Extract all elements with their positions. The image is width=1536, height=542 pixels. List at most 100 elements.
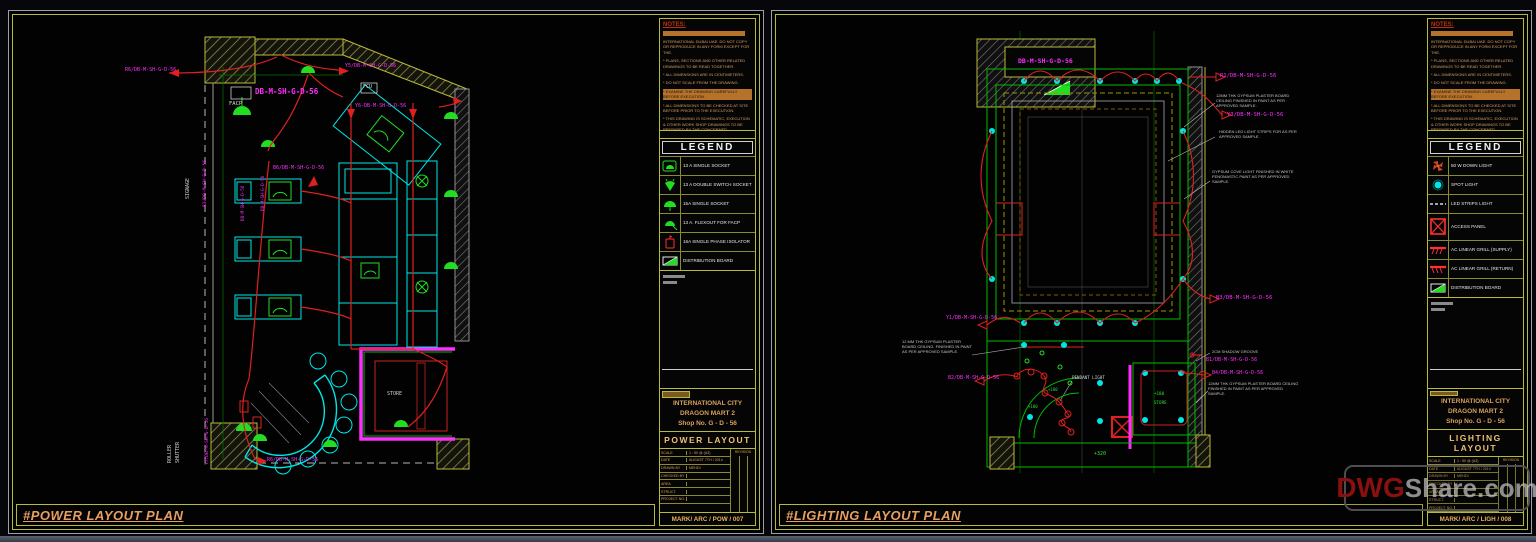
signage-label: SIGNAGE (185, 177, 191, 199)
notes-title: NOTES: (1431, 22, 1454, 28)
legend-label: SPOT LIGHT (1451, 182, 1479, 188)
plan-title-strip: #POWER LAYOUT PLAN (16, 504, 655, 526)
revision-column: REVISION (730, 449, 755, 512)
note-line: * THIS DRAWING IS SCHEMATIC, EXECUTION &… (1431, 116, 1518, 131)
field-value: AUGUST 7TH / 2014 (689, 458, 723, 463)
isolator-16a-icon (660, 233, 681, 251)
notes-highlight-bar (1431, 31, 1513, 36)
note-line: * ALL DIMENSIONS ARE IN CENTIMETERS. (663, 71, 744, 77)
column-bottom-left (989, 436, 1015, 470)
legend-label: LED STRIPS LIGHT (1451, 201, 1493, 207)
ac-grill-supply-icon (1428, 241, 1449, 259)
revision-stub (1431, 308, 1445, 311)
note-line: INTERNATIONAL DUBAI UAE. DO NOT COPY OR … (663, 39, 750, 55)
circuit-label-r6-top: R6/DB-M-SH-G-D-56 (125, 67, 177, 73)
level-label-180: +180 (1028, 404, 1038, 409)
socket-15a-single-icon (660, 195, 681, 213)
column-top-left (204, 36, 256, 84)
revision-header: REVISION (734, 450, 752, 455)
spot-light-icon (1428, 176, 1449, 194)
legend-section: LEGEND 50 W DOWN LIGHT SPOT LIGHT LED ST… (1428, 139, 1523, 298)
note-line: * DO NOT SCALE FROM THE DRAWING. (663, 80, 739, 86)
level-label-320: +320 (1094, 451, 1107, 457)
legend-row: AC LINEAR GRILL (SUPPLY) (1428, 240, 1523, 259)
field-label: DATE (660, 458, 687, 463)
annotation-gypsum-b4: 12MM THK GYPSUM PLASTER BOARD CEILING FI… (1208, 381, 1299, 397)
field-value: MEHDI (689, 466, 701, 471)
project-line: Shop No. G - D - 56 (678, 420, 737, 428)
circuit-label-riser-b: DB-M-SH-G-D-56 (260, 175, 265, 211)
legend-row: 50 W DOWN LIGHT (1428, 156, 1523, 175)
legend-label: AC LINEAR GRILL (SUPPLY) (1451, 247, 1512, 253)
down-light-icon (1428, 157, 1449, 175)
revision-area (1428, 298, 1523, 389)
revision-area (660, 271, 755, 389)
facp-label: FACP (229, 101, 243, 107)
ac-grill-return-icon (1428, 260, 1449, 278)
revision-line (1430, 369, 1521, 370)
wall-diagonal (342, 38, 468, 104)
legend-label: 13 A. FLEXOUT FOR FACP (683, 220, 741, 226)
note-line: * DO NOT SCALE FROM THE DRAWING. (1431, 80, 1507, 86)
cove-rect-5 (1027, 116, 1149, 288)
socket-13a-single-icon (660, 157, 681, 175)
power-plan-drawing (168, 36, 470, 475)
column-bottom-right (436, 438, 470, 470)
socket-13a-double-switch-icon (660, 176, 681, 194)
plan-title: #POWER LAYOUT PLAN (23, 507, 184, 523)
notes-title: NOTES: (663, 22, 686, 28)
cove-rect-1 (995, 84, 1181, 320)
desk-hatch (250, 382, 310, 444)
wall-right (454, 88, 470, 342)
lighting-layout-sheet: DB-M-SH-G-D-56 R1/DB-M-SH-G-D-56 12MM TH… (771, 10, 1532, 534)
annotation-gypsum-right: 12MM THK GYPSUM PLASTER BOARD CEILING FI… (1216, 93, 1290, 109)
legend-label: 50 W DOWN LIGHT (1451, 163, 1493, 169)
led-strip-icon (1428, 195, 1449, 213)
legend-row: AC LINEAR GRILL (RETURN) (1428, 259, 1523, 278)
legend-row: 13 A. FLEXOUT FOR FACP (660, 213, 755, 232)
legend-title: LEGEND (1430, 141, 1521, 154)
legend-row: 15A SINGLE SOCKET (660, 194, 755, 213)
legend-label: AC LINEAR GRILL (RETURN) (1451, 266, 1514, 272)
field-value: 1 : 50 @ (A3) (1457, 458, 1479, 463)
title-block: INTERNATIONAL CITY DRAGON MART 2 Shop No… (660, 389, 755, 525)
lighting-sheet-sidebar: NOTES: INTERNATIONAL DUBAI UAE. DO NOT C… (1427, 18, 1524, 526)
distribution-board-icon (1428, 279, 1449, 297)
field-label: DRAWN BY (660, 466, 687, 471)
legend-label: 16A SINGLE PHASE ISOLATOR (683, 239, 750, 245)
drawing-title: LIGHTING LAYOUT (1428, 429, 1523, 458)
note-line: * THIS DRAWING IS SCHEMATIC, EXECUTION &… (663, 116, 750, 131)
stools (274, 352, 358, 475)
revision-header: REVISION (1502, 458, 1520, 463)
field-label: SCALE (660, 450, 687, 455)
note-line: * ALL DIMENSIONS ARE IN CENTIMETERS. (1431, 71, 1512, 77)
revision-line (662, 369, 753, 370)
field-label: SCALE (1428, 458, 1455, 463)
chair-sockets (268, 181, 292, 317)
drawing-number: MARK/ ARC / LIGH / 008 (1428, 512, 1523, 525)
legend-row: DISTRIBUTION BOARD (1428, 278, 1523, 297)
store-level-label: +180 (1154, 391, 1165, 396)
note-line: * EXAMINE THE DRAWING CAREFULLY BEFORE E… (663, 88, 752, 100)
legend-label: ACCESS PANEL (1451, 224, 1486, 230)
lighting-plan-drawing (971, 31, 1233, 473)
circuit-label-db-top: DB-M-SH-G-D-56 (1018, 57, 1073, 65)
circuit-label-r1: R1/DB-M-SH-G-D-56 (1220, 73, 1277, 79)
title-table: SCALE 1 : 50 @ (A3) DATE AUGUST 7TH / 2014… (660, 449, 755, 512)
field-label: STRUCT. (660, 489, 687, 494)
watermark-share: Share.com (1404, 472, 1536, 503)
annotation-shadow-groove: 2CM SHADOW GROOVE (1212, 349, 1259, 354)
cove-rect-3 (1011, 100, 1165, 304)
circuit-label-y7: Y7/DB-M-SH-G-D-56 (205, 417, 210, 465)
lighting-wiring (980, 69, 1223, 382)
cove-rect-2 (1003, 92, 1173, 312)
note-line: * PLANS, SECTIONS AND OTHER RELATED DRAW… (1431, 58, 1514, 69)
shutter-label: SHUTTER (175, 441, 181, 463)
circuit-label-r3: R3/DB-M-SH-G-D-56 (203, 159, 208, 207)
circuit-label-y6: Y6-DB-M-SH-G-D-56 (355, 103, 407, 109)
access-panel-icon (1428, 214, 1449, 240)
sidebar-divider (660, 131, 755, 139)
power-layout-sheet: R6/DB-M-SH-G-D-56 DB-M-SH-G-D-56 Y5/DB-M… (8, 10, 764, 534)
legend-label: DISTRIBUTION BOARD (683, 258, 734, 264)
field-label: CHECKED BY (660, 473, 687, 478)
